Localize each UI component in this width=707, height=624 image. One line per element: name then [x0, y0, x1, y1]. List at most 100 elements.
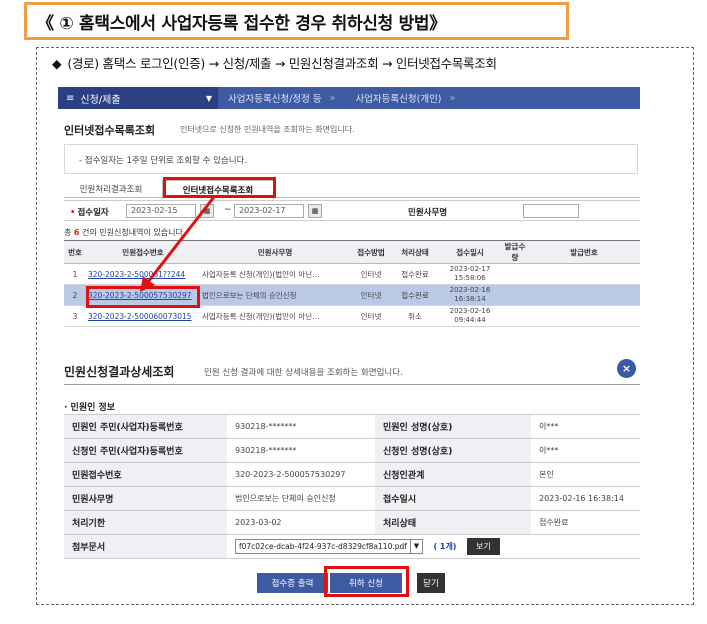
tab-result-inquiry[interactable]: 민원처리결과조회 — [64, 180, 158, 198]
table-header-row: 번호 민원접수번호 민원사무명 접수방법 처리상태 접수일시 발급수량 발급번호 — [64, 240, 640, 264]
dropdown-arrow-icon: ▼ — [205, 93, 212, 103]
chevron-down-icon: ▼ — [409, 540, 422, 553]
field-label: 민원접수번호 — [64, 462, 227, 487]
receipt-datetime: 2023-02-16 16:38:14 — [438, 284, 502, 306]
type-input[interactable] — [523, 204, 579, 218]
service-name: 법인으로보는 단체의 승인신청 — [200, 284, 350, 306]
row-number: 1 — [64, 263, 86, 285]
field-label: 민원인 주민(사업자)등록번호 — [64, 414, 227, 439]
field-label: 신청인관계 — [375, 462, 531, 487]
issue-number — [528, 305, 640, 327]
breadcrumb-label: 사업자등록신청/정정 등 — [228, 94, 322, 105]
calendar-icon[interactable]: ▦ — [200, 204, 214, 218]
detail-row: 민원접수번호 320-2023-2-500057530297 신청인관계 본인 — [64, 462, 640, 487]
field-value: 320-2023-2-500057530297 — [227, 462, 375, 487]
receipt-table: 번호 민원접수번호 민원사무명 접수방법 처리상태 접수일시 발급수량 발급번호… — [64, 240, 640, 327]
field-label: 신청인 성명(상호) — [375, 438, 531, 463]
field-label: 접수일시 — [375, 486, 531, 511]
field-label: 민원인 성명(상호) — [375, 414, 531, 439]
chevron-right-icon: » — [449, 92, 456, 104]
column-header: 접수방법 — [350, 240, 392, 264]
list-section-desc: 인터넷으로 신청한 민원내역을 조회하는 화면입니다. — [180, 125, 355, 134]
result-count: 총 6 건의 민원신청내역이 있습니다. — [64, 228, 186, 237]
field-label: 민원사무명 — [64, 486, 227, 511]
issue-number — [528, 263, 640, 285]
route-instruction: ◆ (경로) 홈택스 로그인(인증) → 신청/제출 → 민원신청결과조회 → 인… — [52, 53, 497, 72]
view-button[interactable]: 보기 — [467, 538, 500, 555]
field-value: 930218-******* — [227, 438, 375, 463]
section-divider — [64, 384, 640, 385]
issue-qty — [502, 305, 528, 327]
service-name: 사업자등록 신청(개인)(법인이 아닌… — [200, 305, 350, 327]
detail-section-desc: 민원 신청 결과에 대한 상세내용을 조회하는 화면입니다. — [204, 368, 403, 378]
receipt-datetime: 2023-02-17 15:58:06 — [438, 263, 502, 285]
process-status: 취소 — [392, 305, 438, 327]
print-receipt-button[interactable]: 접수증 출력 — [257, 573, 328, 593]
applicant-info-title: · 민원인 정보 — [64, 403, 116, 413]
route-text: (경로) 홈택스 로그인(인증) → 신청/제출 → 민원신청결과조회 → 인터… — [67, 56, 497, 71]
service-name: 사업자등록 신청(개인)(법인이 아닌… — [200, 263, 350, 285]
table-row[interactable]: 1 320-2023-2-500061??244 사업자등록 신청(개인)(법인… — [64, 263, 640, 285]
column-header: 발급번호 — [528, 240, 640, 264]
attachment-cell: f07c02ce-dcab-4f24-937c-d8329cf8a110.pdf… — [227, 534, 640, 559]
nav-menu-button[interactable]: ≡ 신청/제출 ▼ — [58, 87, 218, 109]
column-header: 민원사무명 — [200, 240, 350, 264]
receipt-number-link[interactable]: 320-2023-2-500061??244 — [88, 270, 185, 279]
detail-section-title: 민원신청결과상세조회 — [64, 365, 175, 379]
column-header: 처리상태 — [392, 240, 438, 264]
issue-qty — [502, 263, 528, 285]
detail-row: 민원사무명 법인으로보는 단체의 승인신청 접수일시 2023-02-16 16… — [64, 486, 640, 511]
column-header: 민원접수번호 — [86, 240, 200, 264]
close-icon[interactable]: × — [617, 359, 636, 378]
diamond-bullet-icon: ◆ — [52, 56, 62, 71]
receipt-method: 인터넷 — [350, 305, 392, 327]
row-number: 2 — [64, 284, 86, 306]
detail-table: 민원인 주민(사업자)등록번호 930218-******* 민원인 성명(상호… — [64, 414, 640, 559]
column-header: 발급수량 — [502, 240, 528, 264]
document-title: 《 ① 홈택스에서 사업자등록 접수한 경우 취하신청 방법》 — [24, 2, 569, 40]
receipt-number-link[interactable]: 320-2023-2-500060073015 — [88, 312, 192, 321]
table-row[interactable]: 3 320-2023-2-500060073015 사업자등록 신청(개인)(법… — [64, 305, 640, 327]
field-value: 이*** — [531, 414, 640, 439]
hamburger-icon: ≡ — [66, 92, 75, 104]
close-button[interactable]: 닫기 — [417, 573, 445, 593]
field-value: 930218-******* — [227, 414, 375, 439]
column-header: 번호 — [64, 240, 86, 264]
issue-qty — [502, 284, 528, 306]
detail-row: 첨부문서 f07c02ce-dcab-4f24-937c-d8329cf8a11… — [64, 534, 640, 559]
column-header: 접수일시 — [438, 240, 502, 264]
field-label: 신청인 주민(사업자)등록번호 — [64, 438, 227, 463]
process-status: 접수완료 — [392, 263, 438, 285]
field-value: 2023-02-16 16:38:14 — [531, 486, 640, 511]
notice-box: - 접수일자는 1주일 단위로 조회할 수 있습니다. — [64, 144, 638, 174]
breadcrumb-item[interactable]: 사업자등록신청/정정 등 » — [218, 87, 345, 109]
date-label: • 접수일자 — [70, 208, 109, 218]
highlight-tab-box — [163, 177, 276, 198]
field-label: 처리기한 — [64, 510, 227, 535]
row-number: 3 — [64, 305, 86, 327]
attachment-select[interactable]: f07c02ce-dcab-4f24-937c-d8329cf8a110.pdf… — [235, 539, 423, 554]
highlight-cancel-box — [324, 566, 409, 597]
nav-menu-label: 신청/제출 — [80, 94, 121, 106]
attachment-count: ( 1개) — [433, 542, 457, 551]
search-form: • 접수일자 2023-02-15 ▦ ~ 2023-02-17 ▦ 민원사무명 — [64, 200, 640, 221]
field-value: 법인으로보는 단체의 승인신청 — [227, 486, 375, 511]
breadcrumb-item[interactable]: 사업자등록신청(개인) » — [345, 87, 465, 109]
detail-row: 처리기한 2023-03-02 처리상태 접수완료 — [64, 510, 640, 535]
date-to-input[interactable]: 2023-02-17 — [234, 204, 304, 218]
type-label: 민원사무명 — [408, 208, 448, 218]
receipt-method: 인터넷 — [350, 263, 392, 285]
highlight-receipt-box — [86, 286, 200, 308]
field-value: 접수완료 — [531, 510, 640, 535]
calendar-icon[interactable]: ▦ — [308, 204, 322, 218]
detail-row: 민원인 주민(사업자)등록번호 930218-******* 민원인 성명(상호… — [64, 414, 640, 439]
receipt-cell: 320-2023-2-500061??244 — [86, 263, 200, 285]
process-status: 접수완료 — [392, 284, 438, 306]
breadcrumb-label: 사업자등록신청(개인) — [355, 94, 442, 105]
list-section-title: 인터넷접수목록조회 — [64, 124, 156, 137]
tab-bar: 민원처리결과조회 인터넷접수목록조회 — [64, 180, 640, 199]
field-value: 2023-03-02 — [227, 510, 375, 535]
issue-number — [528, 284, 640, 306]
date-from-input[interactable]: 2023-02-15 — [126, 204, 196, 218]
top-navbar: ≡ 신청/제출 ▼ 사업자등록신청/정정 등 » 사업자등록신청(개인) » — [58, 87, 640, 109]
